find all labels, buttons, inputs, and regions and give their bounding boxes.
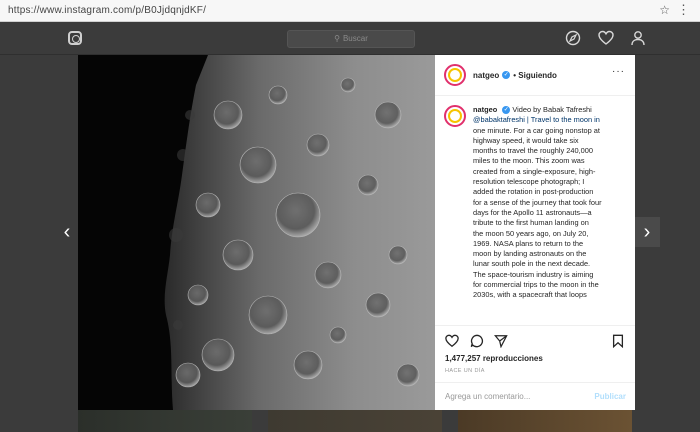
grid-thumbnail[interactable] [458,410,632,432]
natgeo-logo-icon [448,68,462,82]
caption-line: tribute to the first human landing on [473,218,589,228]
url-text[interactable]: https://www.instagram.com/p/B0JjdqnjdKF/ [8,5,206,16]
caption-line: created from a single-exposure, high- [473,166,596,176]
caption-line: days for the Apollo 11 astronauts—a [473,207,592,217]
post-actions: 1,477,257 reproducciones HACE UN DÍA Agr… [435,325,635,410]
browser-address-bar[interactable]: https://www.instagram.com/p/B0JjdqnjdKF/… [0,0,700,22]
post-side-panel: natgeo ✓ • Siguiendo ··· natgeo ✓ Video … [435,55,635,410]
verified-badge-icon: ✓ [502,71,511,79]
follow-status[interactable]: • Siguiendo [513,71,557,80]
heart-activity-icon[interactable] [598,30,614,46]
publish-button[interactable]: Publicar [594,392,626,401]
verified-badge-icon: ✓ [502,106,511,115]
instagram-logo-icon[interactable] [68,31,82,45]
next-post-arrow-icon[interactable]: › [634,217,660,247]
search-icon: ⚲ [334,34,340,43]
save-bookmark-icon[interactable] [611,334,625,349]
comment-bubble-icon[interactable] [470,334,484,348]
caption-line: one minute. For a car going nonstop at [473,125,600,135]
comment-placeholder: Agrega un comentario... [445,392,531,401]
search-placeholder: Buscar [342,34,368,43]
caption-line: 1969. NASA plans to return to the [473,238,584,248]
caption-line: moon by landing astronauts on the [473,249,587,259]
previous-post-arrow-icon[interactable]: ‹ [54,217,80,247]
grid-thumbnail[interactable] [268,410,442,432]
post-username[interactable]: natgeo [473,71,499,80]
caption-line: lunar south pole in the next decade. [473,259,591,269]
caption-username[interactable]: natgeo [473,105,497,114]
caption-line: 2030s, with a spacecraft that loops [473,290,587,300]
share-icon[interactable] [494,334,508,349]
grid-thumbnail[interactable] [78,410,252,432]
avatar[interactable] [444,64,466,86]
caption-line: miles to the moon. This zoom was [473,156,585,166]
caption-line: for a sense of the journey that took fou… [473,197,602,207]
like-heart-icon[interactable] [445,334,459,348]
more-options-icon[interactable]: ··· [612,66,625,77]
caption-line: added the rotation in post-production [473,187,594,197]
natgeo-logo-icon [448,109,462,123]
caption-line: months to travel the roughly 240,000 [473,146,593,156]
profile-person-icon[interactable] [630,30,646,46]
post-header: natgeo ✓ • Siguiendo ··· [435,55,635,96]
caption-text: natgeo ✓ Video by Babak Tafreshi @babakt… [473,105,623,325]
post-image-moon[interactable] [78,55,435,410]
caption-line: the moon 50 years ago, on July 20, [473,228,589,238]
caption-line: Video by Babak Tafreshi [512,105,592,114]
caption-line: for commercial trips to the moon in the [473,280,599,290]
explore-compass-icon[interactable] [565,30,581,46]
caption-line[interactable]: @babaktafreshi | Travel to the moon in [473,115,600,124]
caption-line: resolution telescope photograph; I [473,177,585,187]
view-count[interactable]: 1,477,257 reproducciones [445,354,543,363]
kebab-menu-icon[interactable]: ⋮ [677,2,690,18]
star-icon[interactable]: ☆ [659,3,670,17]
caption-line: highway speed, it would take six [473,135,579,145]
caption-line: The space-tourism industry is aiming [473,269,594,279]
caption-avatar[interactable] [444,105,466,127]
comment-input[interactable]: Agrega un comentario... Publicar [435,382,635,411]
post-caption: natgeo ✓ Video by Babak Tafreshi @babakt… [435,97,635,325]
post-timestamp[interactable]: HACE UN DÍA [445,368,485,374]
follow-status-label: Siguiendo [518,70,557,80]
search-input[interactable]: ⚲ Buscar [287,30,415,48]
instagram-header: ⚲ Buscar [0,22,700,55]
